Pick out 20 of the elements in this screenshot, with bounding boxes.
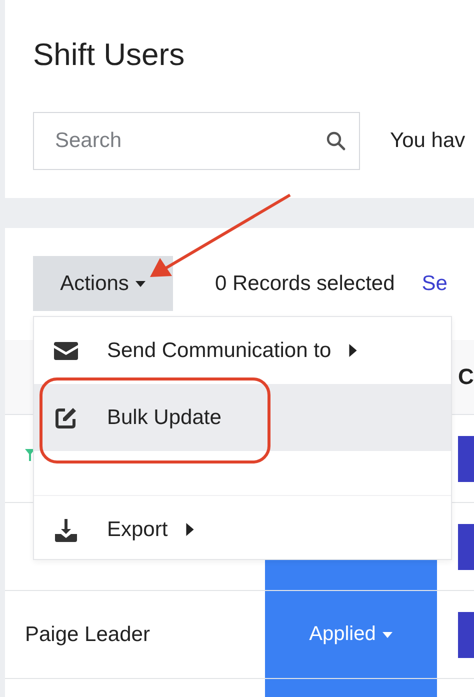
notice-text: You hav [390,129,466,153]
caret-icon [349,344,358,357]
select-link[interactable]: Se [422,272,448,296]
menu-item[interactable]: Send Communication to [34,317,451,384]
menu-item[interactable]: Bulk Update [34,384,451,451]
page-title: Shift Users [33,36,186,74]
menu-item[interactable]: Export [34,496,451,563]
user-name: Paige Leader [25,622,150,646]
edit-icon [54,406,78,430]
caret-icon [186,523,194,536]
caret-icon [134,280,146,286]
column-header: C [458,364,474,390]
search-icon [326,131,346,151]
download-icon [54,518,78,542]
status-button[interactable]: Applied [265,591,437,678]
envelope-icon [54,342,78,360]
search-field[interactable]: Search [33,112,360,170]
actions-button[interactable]: Actions [33,256,173,311]
caret-icon [382,632,393,638]
selection-count: 0 Records selected [215,272,395,296]
